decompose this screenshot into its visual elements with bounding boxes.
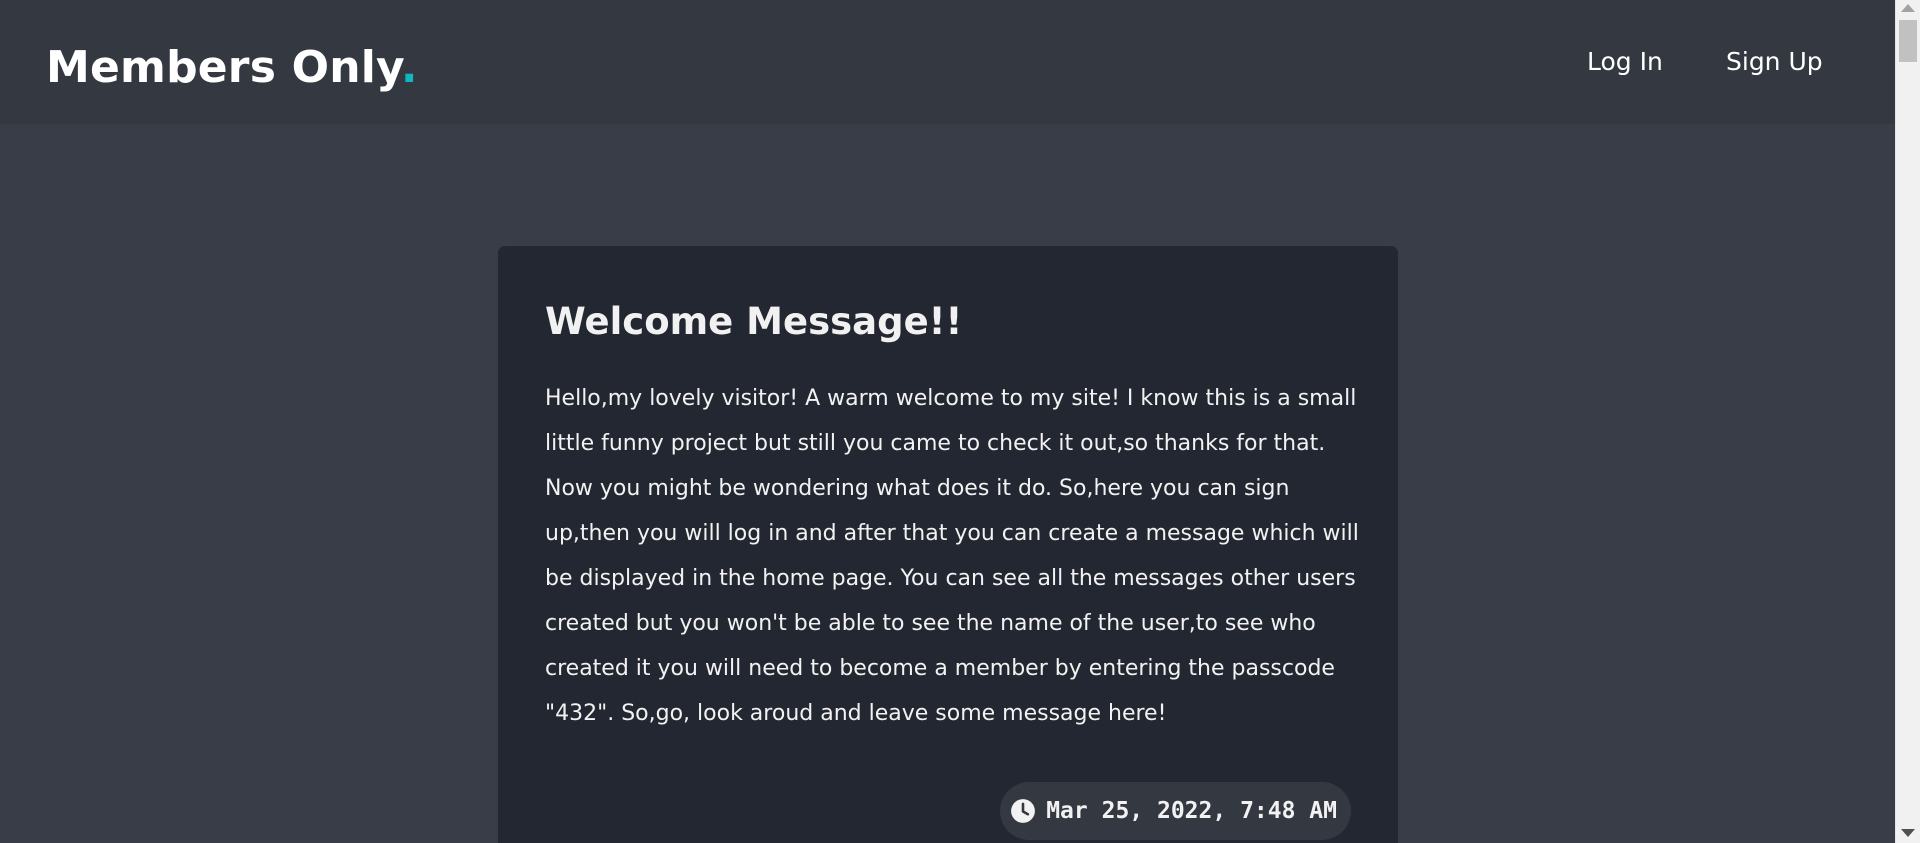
signup-link[interactable]: Sign Up <box>1726 45 1823 79</box>
navbar: Members Only. Log In Sign Up <box>0 0 1895 124</box>
site-logo[interactable]: Members Only. <box>46 40 418 96</box>
timestamp-text: Mar 25, 2022, 7:48 AM <box>1046 798 1337 824</box>
vertical-scrollbar[interactable] <box>1895 0 1920 843</box>
scroll-up-arrow-icon[interactable] <box>1901 4 1915 12</box>
message-title: Welcome Message!! <box>545 300 963 343</box>
message-body: Hello,my lovely visitor! A warm welcome … <box>545 386 1359 726</box>
clock-icon <box>1011 799 1036 823</box>
scrollbar-thumb[interactable] <box>1899 20 1917 62</box>
page: Members Only. Log In Sign Up Welcome Mes… <box>0 0 1920 843</box>
scroll-down-arrow-icon[interactable] <box>1901 829 1915 837</box>
logo-text: Members Only <box>46 42 401 93</box>
message-card: Welcome Message!! Hello,my lovely visito… <box>498 246 1398 843</box>
login-link[interactable]: Log In <box>1587 45 1663 79</box>
logo-dot: . <box>400 42 418 93</box>
timestamp-badge: Mar 25, 2022, 7:48 AM <box>1000 782 1351 840</box>
